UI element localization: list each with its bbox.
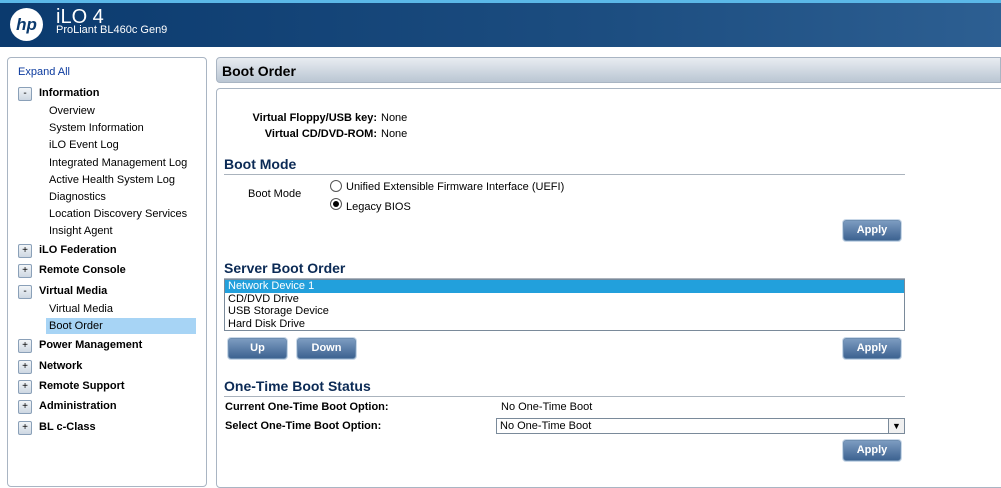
hp-logo: hp [10,8,43,41]
uefi-label[interactable]: Unified Extensible Firmware Interface (U… [346,181,564,193]
select-one-time-label: Select One-Time Boot Option: [225,420,382,432]
nav-group[interactable]: Virtual Media [39,285,107,297]
nav-item[interactable]: iLO Event Log [46,137,196,153]
toggle-0-icon[interactable]: - [18,87,32,101]
boot-order-item[interactable]: Network Device 1 [225,280,904,293]
virtual-floppy-label: Virtual Floppy/USB key: [252,112,378,124]
toggle-4-icon[interactable]: + [18,339,32,353]
current-one-time-value: No One-Time Boot [501,401,593,413]
nav-item[interactable]: Diagnostics [46,189,196,205]
toggle-7-icon[interactable]: + [18,400,32,414]
select-value: No One-Time Boot [500,420,592,432]
nav-group[interactable]: iLO Federation [39,244,117,256]
page-title: Boot Order [216,57,1001,83]
boot-mode-apply-button[interactable]: Apply [843,220,901,241]
legacy-bios-radio[interactable] [330,198,342,210]
legacy-bios-label[interactable]: Legacy BIOS [346,201,411,213]
nav-group[interactable]: BL c-Class [39,421,96,433]
boot-order-item[interactable]: USB Storage Device [225,305,904,318]
uefi-radio[interactable] [330,180,342,192]
nav-item[interactable]: Active Health System Log [46,172,196,188]
chevron-down-icon[interactable]: ▼ [888,419,904,433]
boot-order-apply-button[interactable]: Apply [843,338,901,359]
nav-item[interactable]: Overview [46,103,196,119]
nav-group[interactable]: Remote Support [39,380,125,392]
boot-order-item[interactable]: CD/DVD Drive [225,293,904,306]
server-boot-order-heading: Server Boot Order [224,260,905,279]
toggle-1-icon[interactable]: + [18,244,32,258]
virtual-cd-value: None [381,128,408,140]
toggle-5-icon[interactable]: + [18,360,32,374]
boot-mode-label: Boot Mode [248,188,302,200]
nav-group[interactable]: Remote Console [39,264,126,276]
nav-item[interactable]: System Information [46,120,196,136]
up-button[interactable]: Up [228,338,287,359]
nav-group[interactable]: Administration [39,400,117,412]
toggle-2-icon[interactable]: + [18,264,32,278]
virtual-cd-label: Virtual CD/DVD-ROM: [264,128,377,140]
expand-all-link[interactable]: Expand All [18,66,70,78]
nav-item[interactable]: Insight Agent [46,223,196,239]
nav-item[interactable]: Integrated Management Log [46,155,196,171]
nav-item[interactable]: Boot Order [46,318,196,335]
down-button[interactable]: Down [297,338,356,359]
virtual-floppy-value: None [381,112,408,124]
nav-group[interactable]: Power Management [39,339,142,351]
one-time-boot-select[interactable]: No One-Time Boot ▼ [496,418,905,434]
nav-group[interactable]: Network [39,360,82,372]
boot-mode-heading: Boot Mode [224,156,905,175]
boot-order-listbox[interactable]: Network Device 1 CD/DVD Drive USB Storag… [224,279,905,331]
toggle-6-icon[interactable]: + [18,380,32,394]
boot-order-item[interactable]: Hard Disk Drive [225,318,904,331]
one-time-apply-button[interactable]: Apply [843,440,901,461]
nav-group[interactable]: Information [39,87,100,99]
toggle-8-icon[interactable]: + [18,421,32,435]
nav-item[interactable]: Location Discovery Services [46,206,196,222]
one-time-boot-heading: One-Time Boot Status [224,378,905,397]
nav-item[interactable]: Virtual Media [46,301,196,317]
toggle-3-icon[interactable]: - [18,285,32,299]
server-model: ProLiant BL460c Gen9 [56,24,168,36]
current-one-time-label: Current One-Time Boot Option: [225,401,389,413]
